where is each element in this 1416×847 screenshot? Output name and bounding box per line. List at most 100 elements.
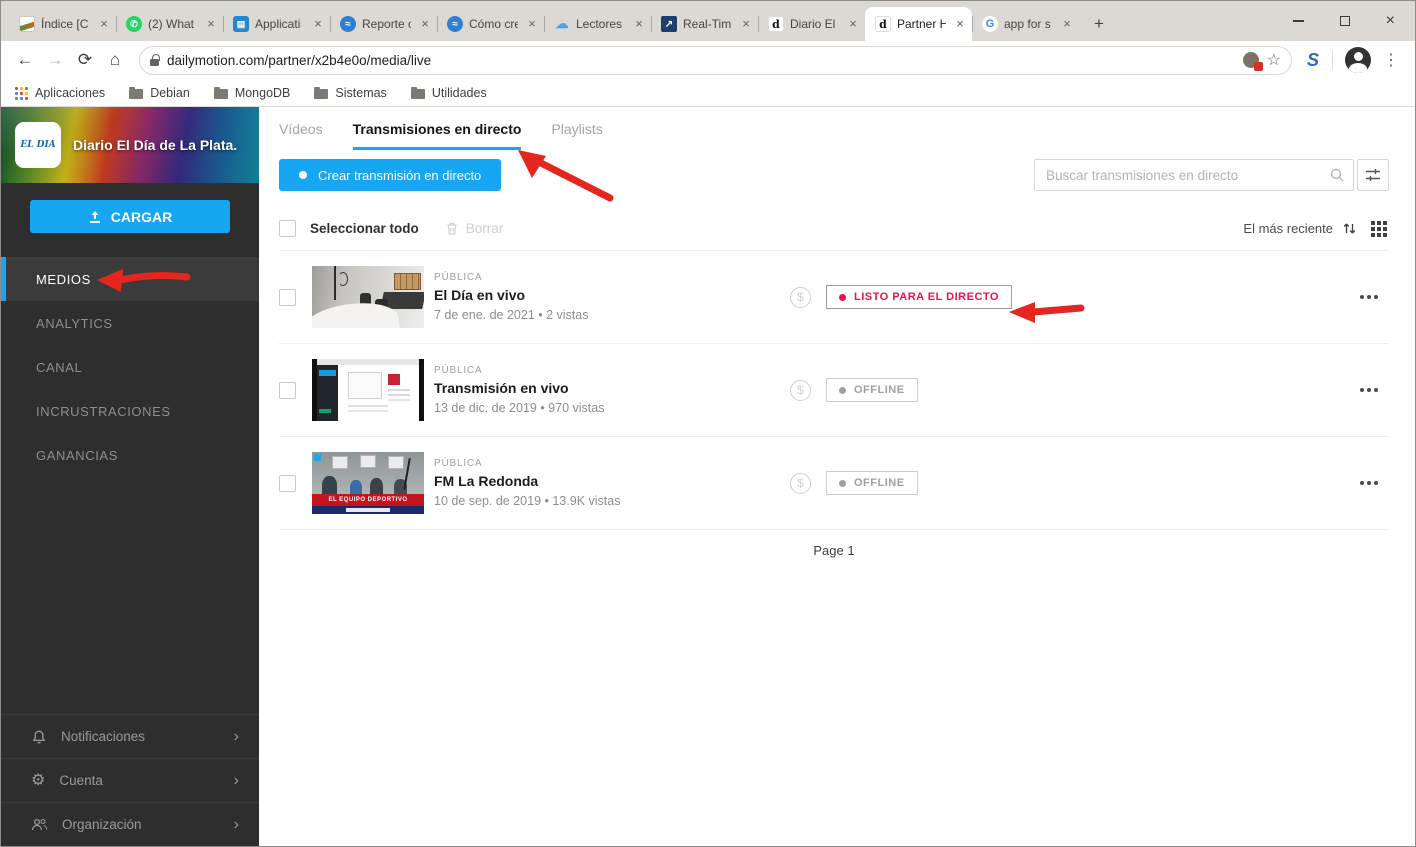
browser-tab-indice[interactable]: Índice [C	[9, 7, 116, 41]
cookie-extension-icon[interactable]	[1243, 52, 1259, 68]
tab-title: Diario El	[790, 17, 839, 31]
sort-control[interactable]: El más reciente	[1243, 221, 1357, 236]
grid-view-icon[interactable]	[1371, 221, 1375, 225]
sidebar-item-cuenta[interactable]: ⚙ Cuenta ›	[1, 758, 259, 802]
sidebar-item-organizacion[interactable]: Organización ›	[1, 802, 259, 846]
status-dot-icon	[839, 387, 846, 394]
filter-button[interactable]	[1357, 159, 1389, 191]
close-icon[interactable]	[417, 16, 433, 32]
upload-button-label: CARGAR	[111, 209, 172, 225]
gear-icon: ⚙	[31, 773, 45, 789]
close-icon[interactable]	[631, 16, 647, 32]
home-icon[interactable]: ⌂	[101, 46, 129, 74]
tab-title: Real-Tim	[683, 17, 732, 31]
tab-transmisiones-en-directo[interactable]: Transmisiones en directo	[353, 121, 522, 150]
browser-tab-partner-active[interactable]: Partner H	[865, 7, 972, 41]
media-title[interactable]: FM La Redonda	[434, 473, 790, 489]
sidebar-item-notificaciones[interactable]: Notificaciones ›	[1, 714, 259, 758]
url-text[interactable]: dailymotion.com/partner/x2b4e0o/media/li…	[167, 53, 1235, 68]
s-extension-icon[interactable]	[1302, 49, 1324, 71]
sidebar-item-label: MEDIOS	[36, 272, 91, 287]
cloud-favicon-icon	[554, 16, 570, 32]
close-icon[interactable]	[203, 16, 219, 32]
folder-icon	[214, 89, 228, 99]
select-all-checkbox[interactable]	[279, 220, 296, 237]
media-info: PÚBLICA El Día en vivo 7 de ene. de 2021…	[434, 272, 790, 322]
forward-icon[interactable]: →	[41, 46, 69, 74]
sidebar-item-analytics[interactable]: ANALYTICS	[1, 301, 259, 345]
minimize-icon[interactable]	[1293, 20, 1304, 22]
row-checkbox[interactable]	[279, 475, 296, 492]
maximize-icon[interactable]	[1340, 16, 1350, 26]
close-icon[interactable]	[952, 16, 968, 32]
browser-tab-whatsapp[interactable]: (2) What	[116, 7, 223, 41]
create-livestream-button[interactable]: Crear transmisión en directo	[279, 159, 501, 191]
media-meta: 7 de ene. de 2021 • 2 vistas	[434, 308, 790, 322]
media-tabs: Vídeos Transmisiones en directo Playlist…	[279, 121, 1389, 150]
video-thumbnail[interactable]	[312, 359, 424, 421]
close-icon[interactable]	[310, 16, 326, 32]
video-thumbnail[interactable]: EL EQUIPO DEPORTIVO	[312, 452, 424, 514]
search-input[interactable]	[1034, 159, 1354, 191]
browser-tab-app-for[interactable]: app for s	[972, 7, 1079, 41]
bookmark-folder-sistemas[interactable]: Sistemas	[314, 86, 386, 100]
app-favicon-icon	[233, 16, 249, 32]
bookmarks-bar: Aplicaciones Debian MongoDB Sistemas Uti…	[1, 79, 1415, 107]
more-options-icon[interactable]	[1357, 378, 1381, 402]
bookmark-apps[interactable]: Aplicaciones	[15, 86, 105, 100]
bookmark-folder-mongodb[interactable]: MongoDB	[214, 86, 291, 100]
sidebar-item-medios[interactable]: MEDIOS	[1, 257, 259, 301]
media-list: PÚBLICA El Día en vivo 7 de ene. de 2021…	[279, 250, 1389, 530]
bookmark-star-icon[interactable]	[1267, 50, 1281, 70]
close-icon[interactable]	[845, 16, 861, 32]
upload-button[interactable]: CARGAR	[30, 200, 230, 233]
browser-tab-reporte[interactable]: Reporte o	[330, 7, 437, 41]
close-icon[interactable]	[96, 16, 112, 32]
address-bar[interactable]: dailymotion.com/partner/x2b4e0o/media/li…	[139, 46, 1292, 75]
bookmark-folder-utilidades[interactable]: Utilidades	[411, 86, 487, 100]
sidebar-footer-label: Cuenta	[59, 773, 103, 788]
profile-avatar[interactable]	[1345, 47, 1371, 73]
status-label: OFFLINE	[854, 384, 905, 396]
tab-playlists[interactable]: Playlists	[551, 121, 602, 150]
row-checkbox[interactable]	[279, 289, 296, 306]
toolbar-divider	[1332, 50, 1333, 70]
browser-tab-como-crear[interactable]: Cómo cre	[437, 7, 544, 41]
more-options-icon[interactable]	[1357, 285, 1381, 309]
sidebar-item-label: ANALYTICS	[36, 316, 113, 331]
bookmark-label: MongoDB	[235, 86, 291, 100]
privacy-label: PÚBLICA	[434, 272, 790, 283]
document-favicon-icon	[19, 16, 35, 32]
close-icon[interactable]	[1059, 16, 1075, 32]
close-icon[interactable]	[738, 16, 754, 32]
reload-icon[interactable]: ⟳	[71, 46, 99, 74]
close-icon[interactable]	[524, 16, 540, 32]
tab-videos[interactable]: Vídeos	[279, 121, 323, 150]
new-tab-button[interactable]: +	[1085, 10, 1113, 38]
bookmark-folder-debian[interactable]: Debian	[129, 86, 190, 100]
chevron-right-icon: ›	[234, 728, 239, 746]
browser-tab-realtime[interactable]: Real-Tim	[651, 7, 758, 41]
sidebar-item-incrustraciones[interactable]: INCRUSTRACIONES	[1, 389, 259, 433]
sidebar-item-ganancias[interactable]: GANANCIAS	[1, 433, 259, 477]
browser-menu-icon[interactable]	[1377, 50, 1405, 70]
browser-tab-lectores[interactable]: Lectores	[544, 7, 651, 41]
browser-tab-applications[interactable]: Applicati	[223, 7, 330, 41]
browser-tab-diario[interactable]: Diario El	[758, 7, 865, 41]
back-icon[interactable]: ←	[11, 46, 39, 74]
live-dot-icon	[299, 171, 307, 179]
privacy-label: PÚBLICA	[434, 458, 790, 469]
channel-banner[interactable]: EL DIA Diario El Día de La Plata.	[1, 107, 259, 183]
video-thumbnail[interactable]	[312, 266, 424, 328]
monetization-icon	[790, 287, 811, 308]
row-checkbox[interactable]	[279, 382, 296, 399]
channel-name: Diario El Día de La Plata.	[73, 137, 237, 153]
tab-title: Reporte o	[362, 17, 411, 31]
more-options-icon[interactable]	[1357, 471, 1381, 495]
delete-button[interactable]: Borrar	[445, 221, 504, 236]
sidebar-item-canal[interactable]: CANAL	[1, 345, 259, 389]
media-title[interactable]: El Día en vivo	[434, 287, 790, 303]
tab-label: Transmisiones en directo	[353, 121, 522, 137]
media-title[interactable]: Transmisión en vivo	[434, 380, 790, 396]
close-window-icon[interactable]	[1386, 16, 1395, 26]
